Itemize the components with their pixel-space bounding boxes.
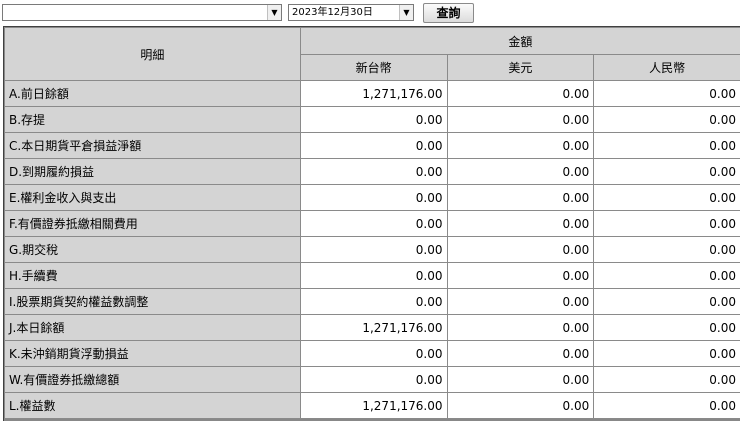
currency-header-usd: 美元 <box>447 55 594 81</box>
amount-cell-cny: 0.00 <box>594 263 740 289</box>
table-row: J.本日餘額1,271,176.000.000.00 <box>5 315 740 341</box>
amount-cell-twd: 1,271,176.00 <box>300 81 447 107</box>
amount-cell-cny: 0.00 <box>594 185 740 211</box>
amount-cell-twd: 0.00 <box>300 289 447 315</box>
amount-cell-twd: 0.00 <box>300 159 447 185</box>
amount-cell-twd: 0.00 <box>300 185 447 211</box>
table-row: H.手續費0.000.000.00 <box>5 263 740 289</box>
row-label: B.存提 <box>5 107 301 133</box>
amount-cell-twd: 1,271,176.00 <box>300 315 447 341</box>
query-button[interactable]: 查詢 <box>423 3 474 23</box>
amount-cell-cny: 0.00 <box>594 237 740 263</box>
row-label: E.權利金收入與支出 <box>5 185 301 211</box>
table-row: I.股票期貨契約權益數調整0.000.000.00 <box>5 289 740 315</box>
equity-table: 明細 金額 新台幣 美元 人民幣 A.前日餘額1,271,176.000.000… <box>4 27 740 419</box>
chevron-down-icon[interactable]: ▼ <box>267 5 281 20</box>
row-label: A.前日餘額 <box>5 81 301 107</box>
amount-cell-cny: 0.00 <box>594 107 740 133</box>
amount-cell-twd: 0.00 <box>300 341 447 367</box>
amount-cell-twd: 0.00 <box>300 211 447 237</box>
amount-cell-cny: 0.00 <box>594 341 740 367</box>
amount-cell-twd: 0.00 <box>300 367 447 393</box>
table-row: A.前日餘額1,271,176.000.000.00 <box>5 81 740 107</box>
amount-cell-cny: 0.00 <box>594 315 740 341</box>
row-label: W.有價證券抵繳總額 <box>5 367 301 393</box>
currency-header-twd: 新台幣 <box>300 55 447 81</box>
row-label: D.到期履約損益 <box>5 159 301 185</box>
row-label: C.本日期貨平倉損益淨額 <box>5 133 301 159</box>
chevron-down-icon[interactable]: ▼ <box>399 5 413 20</box>
amount-cell-cny: 0.00 <box>594 211 740 237</box>
amount-cell-usd: 0.00 <box>447 237 594 263</box>
table-row: G.期交稅0.000.000.00 <box>5 237 740 263</box>
toolbar: ▼ 2023年12月30日 ▼ 查詢 <box>0 0 740 26</box>
amount-cell-cny: 0.00 <box>594 393 740 419</box>
amount-cell-twd: 0.00 <box>300 237 447 263</box>
table-row: L.權益數1,271,176.000.000.00 <box>5 393 740 419</box>
amount-cell-usd: 0.00 <box>447 367 594 393</box>
amount-cell-usd: 0.00 <box>447 289 594 315</box>
row-label: H.手續費 <box>5 263 301 289</box>
amount-cell-usd: 0.00 <box>447 133 594 159</box>
amount-cell-usd: 0.00 <box>447 185 594 211</box>
amount-cell-twd: 0.00 <box>300 263 447 289</box>
row-label: G.期交稅 <box>5 237 301 263</box>
amount-cell-usd: 0.00 <box>447 81 594 107</box>
row-label: L.權益數 <box>5 393 301 419</box>
currency-header-cny: 人民幣 <box>594 55 740 81</box>
table-row: E.權利金收入與支出0.000.000.00 <box>5 185 740 211</box>
amount-cell-usd: 0.00 <box>447 159 594 185</box>
amount-cell-usd: 0.00 <box>447 107 594 133</box>
date-select-value: 2023年12月30日 <box>292 7 373 18</box>
amount-cell-usd: 0.00 <box>447 263 594 289</box>
amount-cell-cny: 0.00 <box>594 133 740 159</box>
table-row: W.有價證券抵繳總額0.000.000.00 <box>5 367 740 393</box>
table-row: F.有價證券抵繳相關費用0.000.000.00 <box>5 211 740 237</box>
amount-cell-usd: 0.00 <box>447 211 594 237</box>
amount-cell-usd: 0.00 <box>447 393 594 419</box>
equity-table-container: 明細 金額 新台幣 美元 人民幣 A.前日餘額1,271,176.000.000… <box>3 26 740 421</box>
table-row: B.存提0.000.000.00 <box>5 107 740 133</box>
amount-cell-usd: 0.00 <box>447 341 594 367</box>
row-label: K.未沖銷期貨浮動損益 <box>5 341 301 367</box>
amount-cell-cny: 0.00 <box>594 81 740 107</box>
amount-cell-usd: 0.00 <box>447 315 594 341</box>
amount-cell-cny: 0.00 <box>594 159 740 185</box>
account-select[interactable]: ▼ <box>2 4 282 21</box>
amount-cell-twd: 0.00 <box>300 133 447 159</box>
table-row: K.未沖銷期貨浮動損益0.000.000.00 <box>5 341 740 367</box>
amount-cell-twd: 1,271,176.00 <box>300 393 447 419</box>
amount-cell-cny: 0.00 <box>594 289 740 315</box>
row-label: F.有價證券抵繳相關費用 <box>5 211 301 237</box>
amount-header: 金額 <box>300 28 740 55</box>
detail-header: 明細 <box>5 28 301 81</box>
table-row: D.到期履約損益0.000.000.00 <box>5 159 740 185</box>
date-select[interactable]: 2023年12月30日 ▼ <box>288 4 414 21</box>
table-row: C.本日期貨平倉損益淨額0.000.000.00 <box>5 133 740 159</box>
row-label: J.本日餘額 <box>5 315 301 341</box>
row-label: I.股票期貨契約權益數調整 <box>5 289 301 315</box>
amount-cell-twd: 0.00 <box>300 107 447 133</box>
amount-cell-cny: 0.00 <box>594 367 740 393</box>
